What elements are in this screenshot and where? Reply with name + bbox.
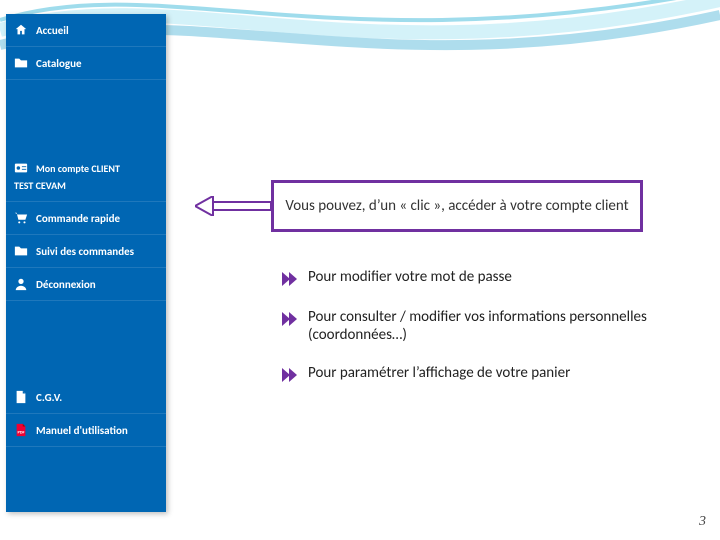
cart-icon	[14, 211, 28, 225]
page-number: 3	[699, 514, 706, 530]
sidebar-spacer	[6, 80, 166, 152]
user-icon	[14, 277, 28, 291]
slide: Accueil Catalogue Mon compte CLIENT TEST…	[0, 0, 720, 540]
sidebar-item-cgv[interactable]: C.G.V.	[6, 381, 166, 414]
sidebar-menu: Accueil Catalogue Mon compte CLIENT TEST…	[6, 14, 166, 447]
svg-text:PDF: PDF	[17, 431, 24, 436]
bullet-text: Pour modifier votre mot de passe	[308, 268, 512, 286]
home-icon	[14, 23, 28, 37]
sidebar-item-deconnexion[interactable]: Déconnexion	[6, 268, 166, 301]
bullet-item: Pour paramétrer l’affichage de votre pan…	[280, 364, 680, 384]
sidebar-item-manuel[interactable]: PDF Manuel d'utilisation	[6, 414, 166, 447]
sidebar-item-label: Catalogue	[36, 57, 82, 70]
folder-icon	[14, 56, 28, 70]
sidebar-item-catalogue[interactable]: Catalogue	[6, 47, 166, 80]
sidebar-item-commande-rapide[interactable]: Commande rapide	[6, 202, 166, 235]
bullet-text: Pour paramétrer l’affichage de votre pan…	[308, 364, 570, 382]
bullet-item: Pour consulter / modifier vos informatio…	[280, 308, 680, 344]
bullet-text: Pour consulter / modifier vos informatio…	[308, 308, 680, 344]
sidebar: Accueil Catalogue Mon compte CLIENT TEST…	[6, 14, 166, 512]
sidebar-item-label: Manuel d'utilisation	[36, 424, 128, 437]
sidebar-item-suivi[interactable]: Suivi des commandes	[6, 235, 166, 268]
chevron-icon	[280, 270, 298, 288]
sidebar-item-label: Déconnexion	[36, 278, 96, 291]
folder-icon	[14, 244, 28, 258]
arrow-icon	[195, 196, 271, 216]
callout-text: Vous pouvez, d’un « clic », accéder à vo…	[285, 197, 628, 215]
callout-box: Vous pouvez, d’un « clic », accéder à vo…	[271, 180, 643, 232]
pdf-icon: PDF	[14, 423, 28, 437]
sidebar-item-label: Suivi des commandes	[36, 245, 134, 258]
chevron-icon	[280, 310, 298, 328]
bullet-item: Pour modifier votre mot de passe	[280, 268, 680, 288]
sidebar-item-sublabel: TEST CEVAM	[14, 179, 66, 192]
sidebar-item-label: Mon compte CLIENT	[36, 162, 120, 175]
doc-icon	[14, 390, 28, 404]
bullet-list: Pour modifier votre mot de passe Pour co…	[280, 268, 680, 404]
chevron-icon	[280, 366, 298, 384]
sidebar-item-compte[interactable]: Mon compte CLIENT TEST CEVAM	[6, 152, 166, 202]
sidebar-item-accueil[interactable]: Accueil	[6, 14, 166, 47]
sidebar-item-label: C.G.V.	[36, 391, 62, 404]
sidebar-item-label: Accueil	[36, 24, 69, 37]
sidebar-spacer	[6, 301, 166, 381]
user-card-icon	[14, 161, 28, 175]
sidebar-item-label: Commande rapide	[36, 212, 120, 225]
